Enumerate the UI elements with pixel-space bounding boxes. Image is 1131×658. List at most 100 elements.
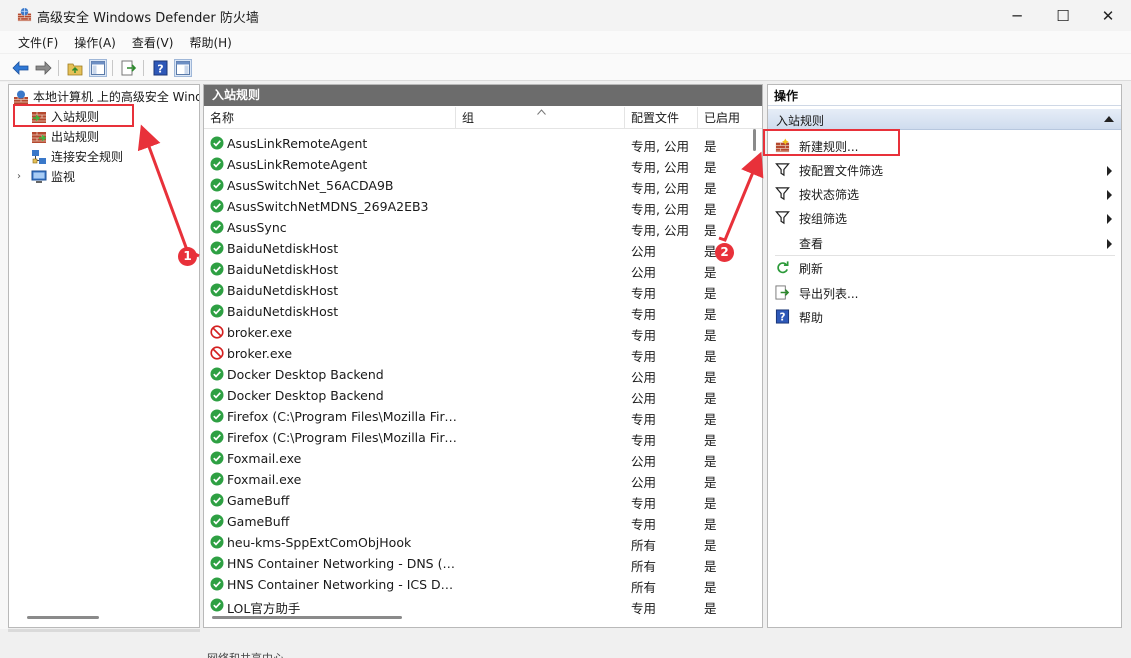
table-row[interactable]: GameBuff 专用 是: [204, 490, 744, 511]
folder-up-icon: [67, 63, 83, 76]
table-row[interactable]: HNS Container Networking - ICS DN... 所有 是: [204, 574, 744, 595]
allow-checkmark-icon: [210, 451, 224, 465]
action-label: 刷新: [799, 262, 824, 276]
rule-name: AsusLinkRemoteAgent: [227, 157, 368, 172]
rule-profile: 公用: [631, 370, 657, 385]
rule-profile: 专用: [631, 433, 657, 448]
rule-enabled: 是: [704, 391, 717, 406]
actions-panel: 操作 入站规则 新建规则... 按配置文件筛选 按状态筛选 按组筛选 查看 刷新…: [767, 84, 1122, 628]
actions-header: 操作: [768, 85, 1121, 106]
table-row[interactable]: BaiduNetdiskHost 公用是: [204, 238, 744, 259]
rule-profile: 所有: [631, 559, 657, 574]
minimize-button[interactable]: ─: [994, 0, 1040, 31]
action-label: 导出列表...: [799, 287, 859, 301]
allow-checkmark-icon: [210, 472, 224, 486]
background-window-edge: [0, 82, 8, 658]
table-row[interactable]: Docker Desktop Backend 公用 是: [204, 385, 744, 406]
tree-item-outbound-rules[interactable]: 出站规则: [31, 127, 99, 146]
outbound-rules-icon: [32, 131, 47, 143]
expand-chevron-icon[interactable]: ›: [17, 171, 29, 182]
rule-name: BaiduNetdiskHost: [227, 304, 339, 319]
tree-item-label: 出站规则: [51, 130, 100, 144]
table-row[interactable]: broker.exe 专用 是: [204, 322, 744, 343]
table-row[interactable]: AsusSwitchNet_56ACDA9B 专用, 公用是: [204, 175, 744, 196]
table-row[interactable]: HNS Container Networking - DNS (U... 所有 是: [204, 553, 744, 574]
menu-view[interactable]: 查看(V): [132, 34, 174, 51]
table-row[interactable]: heu-kms-SppExtComObjHook 所有 是: [204, 532, 744, 553]
menu-action[interactable]: 操作(A): [74, 34, 116, 51]
maximize-button[interactable]: ☐: [1040, 0, 1086, 31]
rule-profile: 公用: [631, 244, 657, 259]
scrollbar-thumb[interactable]: [753, 129, 756, 151]
show-hide-action-pane-button[interactable]: [174, 59, 192, 77]
action-filter-by-state[interactable]: 按状态筛选: [768, 181, 1121, 205]
new-rule-icon: [775, 138, 790, 153]
table-row[interactable]: BaiduNetdiskHost 公用是: [204, 259, 744, 280]
show-hide-tree-button[interactable]: [89, 59, 107, 77]
table-row[interactable]: broker.exe 专用 是: [204, 343, 744, 364]
allow-checkmark-icon: [210, 178, 224, 192]
tree-item-connection-security[interactable]: 连接安全规则: [31, 147, 123, 166]
action-view[interactable]: 查看: [768, 230, 1121, 254]
table-row[interactable]: LOL官方助手 专用 是: [204, 595, 744, 616]
table-row[interactable]: AsusLinkRemoteAgent 专用, 公用是: [204, 133, 744, 154]
column-name[interactable]: 名称: [204, 107, 456, 129]
rule-profile: 专用: [631, 496, 657, 511]
help-button[interactable]: ?: [151, 59, 169, 77]
rule-enabled: 是: [704, 496, 717, 511]
table-row[interactable]: AsusSync 专用, 公用是: [204, 217, 744, 238]
tree-horizontal-scrollbar[interactable]: [27, 616, 99, 619]
table-row[interactable]: BaiduNetdiskHost 专用 是: [204, 301, 744, 322]
block-icon: [210, 325, 224, 339]
actions-section-inbound[interactable]: 入站规则: [768, 109, 1121, 130]
table-row[interactable]: Foxmail.exe 公用 是: [204, 469, 744, 490]
rule-enabled: 是: [704, 181, 717, 196]
table-row[interactable]: GameBuff 专用 是: [204, 511, 744, 532]
forward-button[interactable]: [34, 59, 52, 77]
rule-profile: 专用: [631, 307, 657, 322]
svg-text:?: ?: [780, 312, 786, 324]
rule-name: HNS Container Networking - DNS (U...: [227, 556, 457, 571]
rules-horizontal-scrollbar[interactable]: [212, 616, 402, 619]
status-strip: 网络和共享中心: [0, 629, 1131, 658]
table-row[interactable]: BaiduNetdiskHost 专用 是: [204, 280, 744, 301]
sort-ascending-icon: [537, 109, 546, 115]
rules-vertical-scrollbar[interactable]: [749, 129, 762, 609]
rule-name: broker.exe: [227, 325, 293, 340]
rule-profile: 专用, 公用: [631, 139, 689, 154]
table-row[interactable]: Foxmail.exe 公用 是: [204, 448, 744, 469]
rule-profile: 专用: [631, 328, 657, 343]
tree-item-monitor[interactable]: › 监视: [17, 167, 75, 186]
action-help[interactable]: ? 帮助: [768, 304, 1121, 328]
rule-name: Firefox (C:\Program Files\Mozilla Fire..…: [227, 430, 457, 445]
action-filter-by-profile[interactable]: 按配置文件筛选: [768, 157, 1121, 181]
action-label: 新建规则...: [799, 140, 859, 154]
export-button[interactable]: [120, 59, 138, 77]
table-row[interactable]: AsusSwitchNetMDNS_269A2EB3 专用, 公用是: [204, 196, 744, 217]
column-enabled[interactable]: 已启用: [698, 107, 758, 129]
table-row[interactable]: AsusLinkRemoteAgent 专用, 公用是: [204, 154, 744, 175]
allow-checkmark-icon: [210, 577, 224, 591]
menu-help[interactable]: 帮助(H): [189, 34, 231, 51]
action-export-list[interactable]: 导出列表...: [768, 280, 1121, 304]
column-profile[interactable]: 配置文件: [625, 107, 698, 129]
action-new-rule[interactable]: 新建规则...: [768, 133, 1121, 157]
table-row[interactable]: Firefox (C:\Program Files\Mozilla Fire..…: [204, 406, 744, 427]
action-refresh[interactable]: 刷新: [768, 255, 1121, 279]
table-row[interactable]: Firefox (C:\Program Files\Mozilla Fire..…: [204, 427, 744, 448]
allow-checkmark-icon: [210, 556, 224, 570]
back-arrow-icon: [11, 61, 28, 75]
tree-root[interactable]: 本地计算机 上的高级安全 Windows Defender 防火墙: [13, 87, 199, 106]
table-row[interactable]: Docker Desktop Backend 公用 是: [204, 364, 744, 385]
menu-file[interactable]: 文件(F): [18, 34, 58, 51]
back-button[interactable]: [11, 59, 29, 77]
action-filter-by-group[interactable]: 按组筛选: [768, 205, 1121, 229]
connection-security-icon: [32, 149, 46, 164]
up-folder-button[interactable]: [66, 59, 84, 77]
collapse-icon[interactable]: [1104, 116, 1114, 122]
rule-profile: 专用, 公用: [631, 223, 689, 238]
action-label: 按状态筛选: [799, 188, 860, 202]
submenu-arrow-icon: [1107, 166, 1112, 176]
tree-item-inbound-rules[interactable]: 入站规则: [31, 107, 100, 126]
close-button[interactable]: ✕: [1085, 0, 1131, 31]
